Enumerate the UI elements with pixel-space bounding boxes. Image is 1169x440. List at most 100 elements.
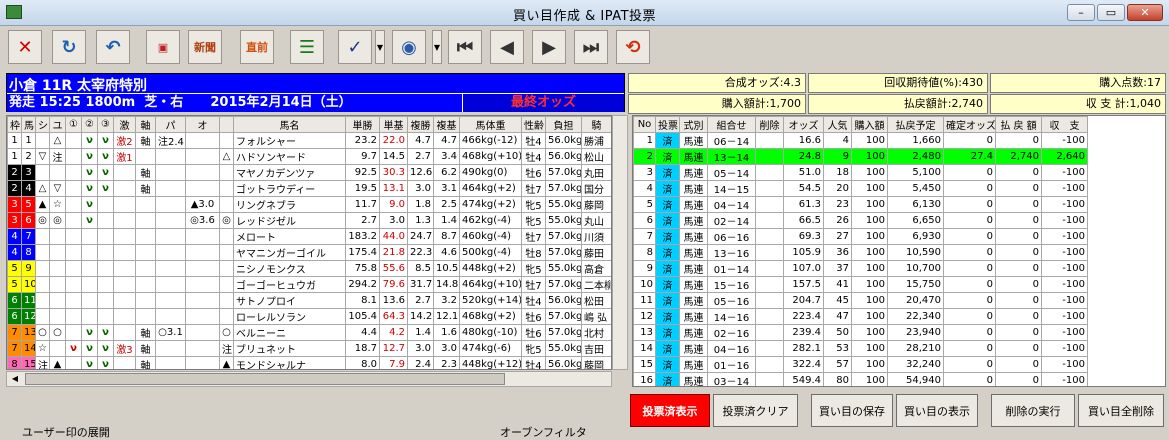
bet-row[interactable]: 4 済馬連 14－15 54.5 20 100 5,450 0 0 -100	[633, 180, 1088, 197]
horse-col-header[interactable]: パ	[155, 116, 186, 133]
bet-col-header[interactable]: 組合せ	[707, 116, 756, 133]
horse-cell: 11	[21, 292, 36, 309]
horse-col-header[interactable]: 性齢	[521, 116, 546, 133]
maximize-button[interactable]: ▭	[1097, 4, 1125, 21]
bet-row[interactable]: 14 済馬連 04－16 282.1 53 100 28,210 0 0 -100	[633, 340, 1088, 357]
first-icon[interactable]: ⏮	[448, 30, 482, 64]
horse-col-header[interactable]: オ	[185, 116, 220, 133]
bet-col-header[interactable]: オッズ	[783, 116, 824, 133]
bet-col-header[interactable]: 確定オッズ	[943, 116, 996, 133]
bet-table-header: No 投票 式別 組合せ 削除 オッズ 人気 購入額 払戻予定 確定オッズ払 戻 額収 支	[633, 116, 1088, 133]
bet-col-header[interactable]: 払 戻 額	[995, 116, 1042, 133]
horse-col-header[interactable]: 枠	[7, 116, 22, 133]
execute-delete-button[interactable]: 削除の実行	[991, 394, 1075, 427]
bet-row[interactable]: 5 済馬連 04－14 61.3 23 100 6,130 0 0 -100	[633, 196, 1088, 213]
horizontal-scrollbar[interactable]: ◀	[6, 371, 612, 387]
bet-col-header[interactable]: 払戻予定	[887, 116, 944, 133]
checklist-icon[interactable]: ✓	[338, 30, 372, 64]
horse-row[interactable]: 4 7 メロート 183.2 44.0 24.7 8.7 460kg(-4) 牡7 57.0kg 川…	[7, 228, 611, 245]
close-button[interactable]: ✕	[1127, 4, 1163, 21]
horse-row[interactable]: 3 6 ◎ ◎ ν ◎3.6 ◎ レッドジゼル 2.7 3.0 1.3 1.4 462kg(-4) 牝5 5…	[7, 212, 611, 229]
horse-row[interactable]: 8 15 注 ▲ ν ν 軸 ▲ モンドシャルナ 8.0 7.9 2.4 2.3 448kg(+12) 牡4…	[7, 356, 611, 369]
horse-col-header[interactable]: 単基	[379, 116, 408, 133]
bet-row[interactable]: 11 済馬連 05－16 204.7 45 100 20,470 0 0 -100	[633, 292, 1088, 309]
checklist-dropdown-icon[interactable]: ▼	[375, 30, 385, 64]
horse-row[interactable]: 2 3 ν ν 軸 マヤノカデンツァ 92.5 30.3 12.6 6.2 490kg(0) 牡6 57…	[7, 164, 611, 181]
globe-dropdown-icon[interactable]: ▼	[432, 30, 442, 64]
bet-col-header[interactable]: 投票	[655, 116, 680, 133]
vertical-scrollbar[interactable]	[612, 115, 628, 370]
next-icon[interactable]: ▶	[532, 30, 566, 64]
bet-row[interactable]: 7 済馬連 06－16 69.3 27 100 6,930 0 0 -100	[633, 228, 1088, 245]
horse-col-header[interactable]: 馬体重	[459, 116, 522, 133]
bet-col-header[interactable]: 購入額	[851, 116, 888, 133]
bet-row[interactable]: 13 済馬連 02－16 239.4 50 100 23,940 0 0 -100	[633, 324, 1088, 341]
bet-row[interactable]: 9 済馬連 01－14 107.0 37 100 10,700 0 0 -100	[633, 260, 1088, 277]
bet-row[interactable]: 10 済馬連 15－16 157.5 41 100 15,750 0 0 -100	[633, 276, 1088, 293]
bet-col-header[interactable]: 削除	[755, 116, 784, 133]
globe-icon[interactable]: ◉	[392, 30, 426, 64]
bet-row[interactable]: 2 済馬連 13－14 24.8 9 100 2,480 27.4 2,740 2,640	[633, 148, 1088, 165]
horse-cell: ν	[81, 212, 98, 229]
horse-row[interactable]: 3 5 ▲ ☆ ν ▲3.0 リングネブラ 11.7 9.0 1.8 2.5 474kg(+2) 牝5 5…	[7, 196, 611, 213]
horse-col-header[interactable]: 馬	[21, 116, 36, 133]
horse-row[interactable]: 7 14 ☆ ν ν ν 激3 軸注ブリュネット 18.7 12.7 3.0 3.0 474kg(-6)…	[7, 340, 611, 357]
bet-cell: 0	[943, 260, 996, 277]
scroll-left-arrow-icon[interactable]: ◀	[7, 372, 23, 386]
horse-col-header[interactable]: 負担	[545, 116, 582, 133]
power-icon[interactable]: ⟲	[616, 30, 650, 64]
horse-row[interactable]: 2 4 △ ▽ ν ν 軸 ゴットラウディー 19.5 13.1 3.0 3.1 464kg(+2) 牡7…	[7, 180, 611, 197]
horse-row[interactable]: 7 13 ○ ○ ν ν 軸 ○3.1 ○ ベルニーニ 4.4 4.2 1.4 1.6 480kg(-10)…	[7, 324, 611, 341]
horse-col-header[interactable]: ①	[65, 116, 82, 133]
bet-col-header[interactable]: 人気	[823, 116, 852, 133]
prev-icon[interactable]: ◀	[490, 30, 524, 64]
save-bets-button[interactable]: 買い目の保存	[811, 394, 893, 427]
close-x-icon[interactable]: ✕	[8, 30, 42, 64]
horse-col-header[interactable]: 軸	[135, 116, 156, 133]
horse-row[interactable]: 5 10 ゴーゴーヒュウガ 294.2 79.6 31.7 14.8 464kg(+10) 牡7…	[7, 276, 611, 293]
bet-cell: 済	[655, 196, 680, 213]
horse-col-header[interactable]: シ	[35, 116, 50, 133]
horse-row[interactable]: 1 2 ▽ 注 ν ν 激1 △ ハドソンヤード 9.7 14.5 2.7 3.4 468kg(+10) 牡…	[7, 148, 611, 165]
scroll-thumb[interactable]	[25, 373, 505, 385]
horse-col-header[interactable]: 単勝	[345, 116, 380, 133]
bet-col-header[interactable]: 式別	[679, 116, 708, 133]
horse-col-header[interactable]: ③	[97, 116, 114, 133]
horse-row[interactable]: 6 12 ローレルソラン 105.4 64.3 14.2 12.1 468kg(+2) 牡6 57…	[7, 308, 611, 325]
horse-row[interactable]: 6 11 サトノプロイ 8.1 13.6 2.7 3.2 520kg(+14) 牡4 56.0kg…	[7, 292, 611, 309]
bet-row[interactable]: 8 済馬連 13－16 105.9 36 100 10,590 0 0 -100	[633, 244, 1088, 261]
bet-row[interactable]: 16 済馬連 03－14 549.4 80 100 54,940 0 0 -100	[633, 372, 1088, 386]
refresh-icon[interactable]: ↻	[52, 30, 86, 64]
horse-col-header[interactable]: 激	[113, 116, 136, 133]
voted-show-button[interactable]: 投票済表示	[630, 394, 710, 427]
chokuzen-icon[interactable]: 直前	[240, 30, 274, 64]
bet-row[interactable]: 6 済馬連 02－14 66.5 26 100 6,650 0 0 -100	[633, 212, 1088, 229]
last-icon[interactable]: ⏭	[574, 30, 608, 64]
minimize-button[interactable]: –	[1067, 4, 1095, 21]
bet-col-header[interactable]: 収 支	[1041, 116, 1088, 133]
horse-cell: 1	[7, 132, 22, 149]
delete-all-bets-button[interactable]: 買い目全削除	[1078, 394, 1164, 427]
bet-row[interactable]: 1 済馬連 06－14 16.6 4 100 1,660 0 0 -100	[633, 132, 1088, 149]
bet-row[interactable]: 15 済馬連 01－16 322.4 57 100 32,240 0 0 -100	[633, 356, 1088, 373]
horse-row[interactable]: 1 1 △ ν ν 激2 軸注2.4 フォルシャー 23.2 22.0 4.7 4.7 466kg(-1…	[7, 132, 611, 149]
bet-col-header[interactable]: No	[633, 116, 656, 133]
horse-col-header[interactable]: 馬名	[233, 116, 346, 133]
horse-col-header[interactable]: 複勝	[407, 116, 434, 133]
list-icon[interactable]: ☰	[290, 30, 324, 64]
bet-row[interactable]: 3 済馬連 05－14 51.0 18 100 5,100 0 0 -100	[633, 164, 1088, 181]
horse-col-header[interactable]: 騎	[581, 116, 611, 133]
show-bets-button[interactable]: 買い目の表示	[896, 394, 978, 427]
voted-clear-button[interactable]: 投票済クリア	[713, 394, 798, 427]
horse-cell: ν	[81, 324, 98, 341]
shinbun-icon[interactable]: 新聞	[188, 30, 222, 64]
monitor-icon[interactable]: ▣	[146, 30, 180, 64]
horse-col-header[interactable]	[219, 116, 234, 133]
horse-row[interactable]: 5 9 ニシノモンクス 75.8 55.6 8.5 10.5 448kg(+2) 牝5 55.0k…	[7, 260, 611, 277]
horse-row[interactable]: 4 8 ヤマニンガーゴイル 175.4 21.8 22.3 4.6 500kg(-4) 牡8 57…	[7, 244, 611, 261]
horse-col-header[interactable]: 複基	[433, 116, 460, 133]
horse-col-header[interactable]: ユ	[49, 116, 66, 133]
horse-col-header[interactable]: ②	[81, 116, 98, 133]
undo-icon[interactable]: ↶	[96, 30, 130, 64]
bet-row[interactable]: 12 済馬連 14－16 223.4 47 100 22,340 0 0 -100	[633, 308, 1088, 325]
